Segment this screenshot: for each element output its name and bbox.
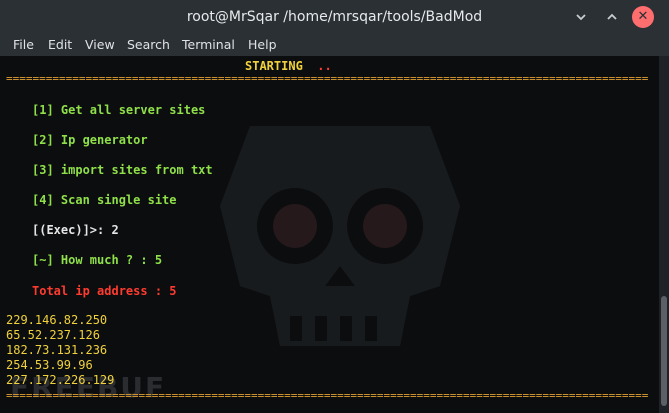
ip-line-5: 227.172.226.129 (6, 373, 115, 387)
menu-edit[interactable]: Edit (48, 36, 72, 56)
terminal-window: root@MrSqar /home/mrsqar/tools/BadMod ✕ … (0, 0, 669, 413)
menu-file[interactable]: File (13, 36, 34, 56)
separator-top: ========================================… (6, 72, 649, 85)
option-3: [3] import sites from txt (32, 163, 213, 177)
ip-line-4: 254.53.99.96 (6, 358, 93, 372)
menu-help[interactable]: Help (248, 36, 277, 56)
scrollbar-thumb[interactable] (661, 296, 667, 406)
ip-line-2: 65.52.237.126 (6, 328, 100, 342)
ip-line-3: 182.73.131.236 (6, 343, 108, 357)
exec-prompt: [(Exec)]>: 2 (32, 223, 119, 237)
menu-bar: File Edit View Search Terminal Help (0, 36, 669, 56)
title-bar[interactable]: root@MrSqar /home/mrsqar/tools/BadMod ✕ (0, 0, 669, 36)
maximize-button[interactable] (601, 6, 623, 28)
close-icon: ✕ (637, 9, 649, 24)
chevron-up-icon (607, 13, 617, 20)
window-title: root@MrSqar /home/mrsqar/tools/BadMod (186, 9, 483, 25)
terminal-output[interactable]: FREEBUF STARTING .. ====================… (0, 56, 659, 413)
skull-background-icon (220, 126, 460, 346)
total-ip-address: Total ip address : 5 (32, 284, 177, 298)
menu-search[interactable]: Search (127, 36, 170, 56)
header-dots: .. (317, 59, 332, 73)
how-much-prompt: [~] How much ? : 5 (32, 253, 163, 267)
option-1: [1] Get all server sites (32, 103, 206, 117)
close-button[interactable]: ✕ (632, 6, 654, 28)
ip-line-1: 229.146.82.250 (6, 313, 108, 327)
option-2: [2] Ip generator (32, 133, 148, 147)
menu-view[interactable]: View (85, 36, 115, 56)
minimize-button[interactable] (570, 6, 592, 28)
menu-terminal[interactable]: Terminal (182, 36, 235, 56)
option-4: [4] Scan single site (32, 193, 177, 207)
vertical-scrollbar[interactable] (659, 56, 669, 413)
chevron-down-icon (576, 14, 586, 21)
separator-bottom: ========================================… (6, 389, 649, 402)
starting-header: STARTING .. (245, 59, 332, 73)
header-text: STARTING (245, 59, 303, 73)
